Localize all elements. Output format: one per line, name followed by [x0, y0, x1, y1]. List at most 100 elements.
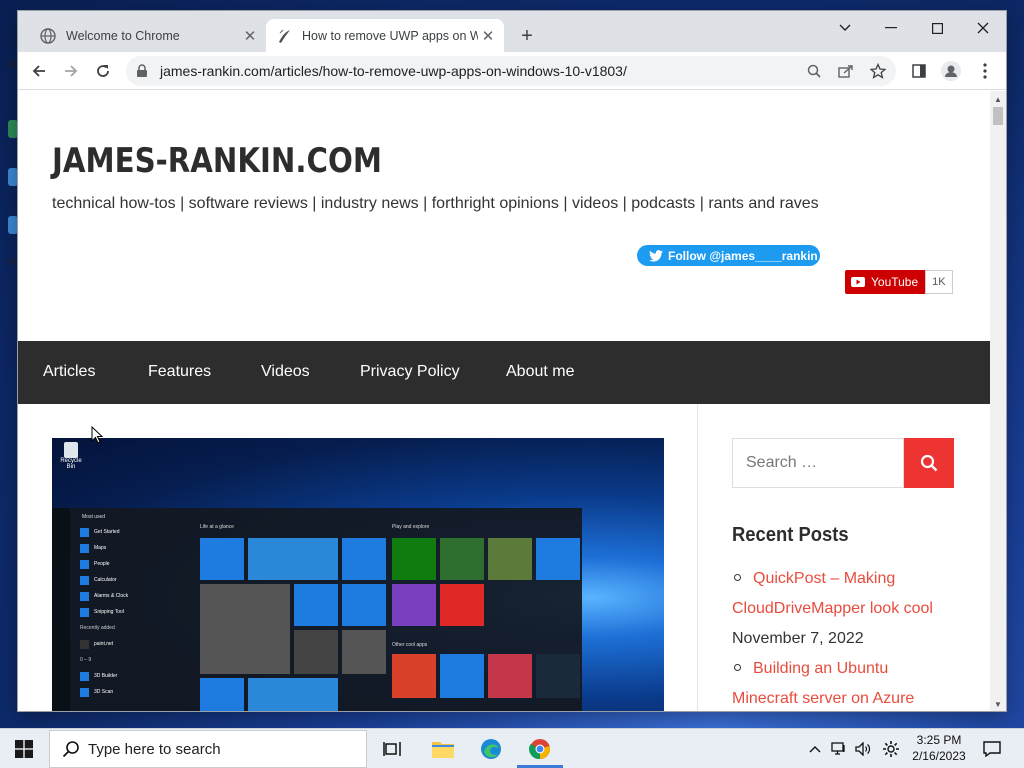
post-link[interactable]: CloudDriveMapper look cool	[732, 594, 982, 624]
share-icon[interactable]	[836, 61, 856, 81]
post-link[interactable]: Minecraft server on Azure	[732, 684, 982, 711]
tile-groove	[294, 584, 338, 626]
chrome-window: Welcome to Chrome ✕ How to remove UWP ap…	[18, 11, 1006, 711]
main-content: Recycle Bin Most used Get Started Maps P…	[18, 404, 697, 711]
list-item: Building an Ubuntu	[732, 654, 982, 684]
tile-remote-desktop	[488, 654, 532, 698]
taskbar-search-box[interactable]: Type here to search	[49, 730, 367, 768]
minimize-button[interactable]	[868, 14, 914, 42]
edge-icon[interactable]	[470, 729, 512, 768]
tile-xbox	[392, 538, 436, 580]
nav-articles[interactable]: Articles	[43, 363, 95, 381]
tile-news	[294, 630, 338, 674]
tab-title: Welcome to Chrome	[66, 28, 180, 43]
settings-gear-icon[interactable]	[878, 729, 904, 768]
volume-icon[interactable]	[852, 729, 874, 768]
reload-icon[interactable]	[90, 58, 116, 84]
tile-weather	[248, 678, 338, 711]
forward-arrow-icon[interactable]	[58, 58, 84, 84]
nav-features[interactable]: Features	[148, 363, 211, 381]
tile-photos	[200, 584, 290, 674]
back-arrow-icon[interactable]	[26, 58, 52, 84]
bullet-icon	[734, 574, 741, 581]
desktop-icon-label: N	[8, 256, 16, 268]
youtube-main[interactable]: YouTube	[845, 270, 926, 294]
desktop-icon[interactable]	[8, 168, 18, 186]
lock-icon[interactable]	[136, 64, 148, 83]
address-bar[interactable]: james-rankin.com/articles/how-to-remove-…	[126, 56, 896, 86]
bullet-icon	[734, 664, 741, 671]
browser-toolbar: james-rankin.com/articles/how-to-remove-…	[18, 52, 1006, 90]
tab-search-icon[interactable]	[822, 14, 868, 42]
twitter-follow-button[interactable]: Follow @james____rankin	[637, 245, 820, 266]
nav-about-me[interactable]: About me	[506, 363, 574, 381]
desktop-icon[interactable]	[8, 216, 18, 234]
youtube-label: YouTube	[871, 275, 919, 289]
start-menu-screenshot: Most used Get Started Maps People Calcul…	[52, 508, 582, 711]
new-tab-button[interactable]: +	[516, 25, 538, 47]
search-button[interactable]	[904, 438, 954, 488]
scroll-up-icon[interactable]: ▲	[994, 95, 1002, 104]
youtube-subscriber-count: 1K	[925, 270, 953, 294]
tile-wunderlist	[392, 654, 436, 698]
recycle-bin-icon: Recycle Bin	[58, 442, 84, 472]
kebab-menu-icon[interactable]	[972, 58, 998, 84]
start-heading: Play and explore	[392, 524, 430, 530]
system-clock[interactable]: 3:25 PM 2/16/2023	[906, 732, 972, 764]
scrollbar-thumb[interactable]	[993, 107, 1003, 125]
nav-privacy-policy[interactable]: Privacy Policy	[360, 363, 460, 381]
tile-solitaire	[440, 538, 484, 580]
windows-logo-icon	[15, 740, 33, 758]
post-link[interactable]: Building an Ubuntu	[753, 660, 888, 677]
tile-edge	[200, 678, 244, 711]
url-text[interactable]: james-rankin.com/articles/how-to-remove-…	[160, 63, 627, 79]
side-panel-icon[interactable]	[906, 58, 932, 84]
task-view-icon[interactable]	[372, 729, 412, 768]
mouse-cursor-icon	[91, 426, 103, 444]
desktop-icon[interactable]	[8, 120, 18, 138]
notifications-icon[interactable]	[978, 729, 1006, 768]
vertical-scrollbar[interactable]: ▲ ▼	[990, 91, 1006, 711]
search-icon	[62, 741, 79, 758]
search-input[interactable]: Search …	[732, 438, 904, 488]
tile-photoshop	[536, 654, 580, 698]
zoom-search-icon[interactable]	[804, 61, 824, 81]
clock-time: 3:25 PM	[916, 733, 962, 747]
sidebar-search: Search …	[732, 438, 954, 488]
file-explorer-icon[interactable]	[422, 729, 464, 768]
start-button[interactable]	[0, 729, 48, 768]
maximize-button[interactable]	[914, 14, 960, 42]
chevron-up-icon[interactable]	[806, 729, 824, 768]
start-menu-rail	[52, 508, 70, 711]
network-icon[interactable]	[828, 729, 850, 768]
youtube-subscribe-button[interactable]: YouTube 1K	[845, 270, 953, 294]
scroll-down-icon[interactable]: ▼	[994, 700, 1002, 709]
post-link[interactable]: QuickPost – Making	[753, 570, 895, 587]
bookmark-star-icon[interactable]	[868, 61, 888, 81]
twitter-follow-label: Follow @james____rankin	[668, 248, 818, 263]
featured-image[interactable]: Recycle Bin Most used Get Started Maps P…	[52, 438, 664, 711]
start-heading: Other cool apps	[392, 642, 428, 648]
close-tab-icon[interactable]: ✕	[478, 26, 498, 46]
tile-money	[342, 630, 386, 674]
nav-videos[interactable]: Videos	[261, 363, 310, 381]
tab-uwp-article[interactable]: How to remove UWP apps on W ✕	[266, 19, 504, 52]
windows-taskbar: Type here to search 3:25 PM 2/16/2023	[0, 728, 1024, 768]
profile-avatar-icon[interactable]	[938, 58, 964, 84]
tab-welcome[interactable]: Welcome to Chrome ✕	[30, 19, 266, 52]
close-window-button[interactable]	[960, 14, 1006, 42]
taskbar-search-placeholder: Type here to search	[88, 740, 221, 758]
tile-minecraft	[488, 538, 532, 580]
close-tab-icon[interactable]: ✕	[240, 26, 260, 46]
tile-store	[342, 538, 386, 580]
page-viewport: JAMES-RANKIN.COM technical how-tos | sof…	[18, 91, 990, 711]
desktop-icon-label: R	[8, 59, 16, 71]
site-title[interactable]: JAMES-RANKIN.COM	[52, 141, 382, 181]
search-icon	[920, 454, 938, 472]
post-date: November 7, 2022	[732, 630, 864, 647]
tile-flipboard	[440, 584, 484, 626]
tab-strip: Welcome to Chrome ✕ How to remove UWP ap…	[18, 11, 1006, 52]
start-app-list: Get Started Maps People Calculator Alarm…	[80, 527, 129, 697]
chrome-icon[interactable]	[519, 729, 561, 768]
start-heading: Life at a glance	[200, 524, 234, 530]
